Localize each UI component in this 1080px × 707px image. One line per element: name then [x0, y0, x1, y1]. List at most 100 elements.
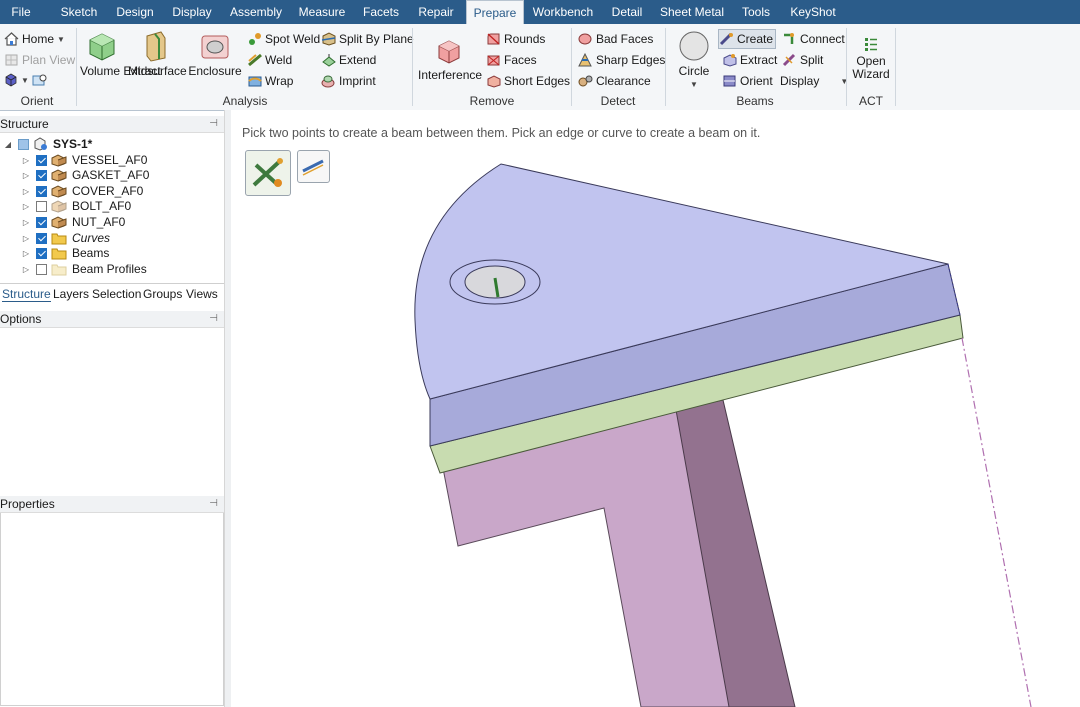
properties-grid[interactable] — [0, 513, 224, 706]
menu-keyshot[interactable]: KeyShot — [784, 0, 842, 24]
menu-measure[interactable]: Measure — [294, 0, 350, 24]
tab-views[interactable]: Views — [186, 287, 218, 301]
item-checkbox[interactable] — [36, 263, 47, 275]
extend-icon — [322, 54, 336, 67]
menu-sheet-metal[interactable]: Sheet Metal — [656, 0, 728, 24]
weld-icon — [248, 53, 262, 67]
tab-structure[interactable]: Structure — [2, 287, 51, 302]
expand-icon[interactable]: ▷ — [22, 156, 30, 165]
interference-button[interactable]: Interference — [418, 36, 482, 82]
pin-icon[interactable]: ⊣ — [209, 116, 218, 132]
pin-icon[interactable]: ⊣ — [209, 496, 218, 512]
expand-icon[interactable]: ▷ — [22, 249, 30, 258]
clearance-button[interactable]: Clearance — [578, 72, 651, 90]
weld-button[interactable]: Weld — [248, 51, 292, 69]
item-checkbox[interactable] — [36, 185, 47, 197]
menu-prepare[interactable]: Prepare — [466, 0, 524, 26]
orient-beam-button[interactable]: Orient — [722, 72, 773, 90]
tree-item-beam-profiles[interactable]: ▷ Beam Profiles — [22, 261, 147, 277]
tab-groups[interactable]: Groups — [143, 287, 182, 301]
spot-weld-icon — [249, 33, 261, 45]
spot-weld-button[interactable]: Spot Weld — [248, 30, 320, 48]
tree-item-beams[interactable]: ▷ Beams — [22, 245, 109, 261]
menu-design[interactable]: Design — [110, 0, 160, 24]
midsurface-button[interactable]: Midsurface — [128, 30, 187, 78]
tree-item-curves[interactable]: ▷ Curves — [22, 230, 110, 246]
orient-beam-label: Orient — [740, 74, 773, 88]
tree-root[interactable]: ◢ SYS-1* — [4, 136, 92, 152]
plan-view-button[interactable]: Plan View — [4, 51, 75, 69]
tree-item-bolt[interactable]: ▷ BOLT_AF0 — [22, 198, 131, 214]
extract-beam-button[interactable]: Extract — [722, 51, 777, 69]
volume-extract-button[interactable]: Volume Extract — [80, 30, 161, 78]
design-viewport[interactable] — [231, 110, 1080, 707]
interference-icon — [438, 40, 460, 64]
expand-icon[interactable]: ▷ — [22, 234, 30, 243]
panel-tabs: Structure Layers Selection Groups Views — [0, 283, 224, 304]
clearance-icon — [578, 75, 593, 87]
select-two-points-tool[interactable] — [245, 150, 291, 196]
tab-selection[interactable]: Selection — [92, 287, 141, 301]
menu-tools[interactable]: Tools — [734, 0, 778, 24]
expand-icon[interactable]: ▷ — [22, 202, 30, 211]
menu-workbench[interactable]: Workbench — [528, 0, 598, 24]
menu-detail[interactable]: Detail — [604, 0, 650, 24]
rounds-button[interactable]: Rounds — [486, 30, 545, 48]
select-edge-tool[interactable] — [297, 150, 330, 183]
tree-item-cover[interactable]: ▷ COVER_AF0 — [22, 183, 143, 199]
extend-button[interactable]: Extend — [321, 51, 376, 69]
model-view[interactable] — [231, 110, 1080, 707]
item-checkbox[interactable] — [36, 200, 47, 212]
item-checkbox[interactable] — [36, 247, 47, 259]
group-divider — [846, 28, 847, 106]
connect-beam-button[interactable]: Connect — [782, 30, 845, 48]
expand-icon[interactable]: ▷ — [22, 171, 30, 180]
wrap-button[interactable]: Wrap — [248, 72, 293, 90]
options-panel-header: Options ⊣ — [0, 311, 224, 328]
orient-view-buttons[interactable]: ▼ — [4, 71, 48, 89]
ribbon: Home ▼ Plan View ▼ Orient Volume Extract… — [0, 24, 1080, 111]
cube-icon — [5, 73, 17, 87]
home-button[interactable]: Home ▼ — [4, 30, 65, 48]
item-checkbox[interactable] — [36, 232, 47, 244]
component-icon — [51, 216, 67, 229]
split-beam-button[interactable]: Split — [782, 51, 823, 69]
bad-faces-button[interactable]: Bad Faces — [578, 30, 653, 48]
menu-file[interactable]: File — [0, 0, 42, 24]
faces-button[interactable]: Faces — [486, 51, 537, 69]
tree-item-vessel[interactable]: ▷ VESSEL_AF0 — [22, 152, 147, 168]
item-checkbox[interactable] — [36, 216, 47, 228]
structure-panel-title: Structure — [0, 117, 49, 131]
menu-assembly[interactable]: Assembly — [224, 0, 288, 24]
wizard-icon — [865, 38, 877, 51]
beam-display-button[interactable]: Display ▼ — [780, 72, 848, 90]
menu-facets[interactable]: Facets — [356, 0, 406, 24]
enclosure-button[interactable]: Enclosure — [188, 30, 242, 78]
rounds-label: Rounds — [504, 32, 546, 46]
sharp-edges-button[interactable]: Sharp Edges — [578, 51, 665, 69]
root-label: SYS-1* — [53, 137, 93, 151]
circle-profile-button[interactable]: Circle ▼ — [674, 30, 714, 91]
collapse-icon[interactable]: ◢ — [4, 140, 12, 149]
item-checkbox[interactable] — [36, 169, 47, 181]
expand-icon[interactable]: ▷ — [22, 218, 30, 227]
imprint-button[interactable]: Imprint — [321, 72, 376, 90]
menu-repair[interactable]: Repair — [412, 0, 460, 24]
menu-sketch[interactable]: Sketch — [54, 0, 104, 24]
create-beam-button[interactable]: Create — [718, 29, 777, 49]
open-wizard-button[interactable]: Open Wizard — [850, 36, 892, 81]
short-edges-button[interactable]: Short Edges — [486, 72, 570, 90]
weld-label: Weld — [265, 53, 293, 67]
viewport-hint-text: Pick two points to create a beam between… — [242, 126, 761, 140]
menu-display[interactable]: Display — [166, 0, 218, 24]
expand-icon[interactable]: ▷ — [22, 187, 30, 196]
tree-item-nut[interactable]: ▷ NUT_AF0 — [22, 214, 125, 230]
item-checkbox[interactable] — [36, 154, 47, 166]
expand-icon[interactable]: ▷ — [22, 265, 30, 274]
volume-extract-label: Volume Extract — [80, 64, 161, 78]
tab-layers[interactable]: Layers — [53, 287, 89, 301]
split-by-plane-button[interactable]: Split By Plane — [321, 30, 414, 48]
pin-icon[interactable]: ⊣ — [209, 311, 218, 327]
tree-item-gasket[interactable]: ▷ GASKET_AF0 — [22, 167, 149, 183]
root-checkbox[interactable] — [18, 138, 29, 150]
